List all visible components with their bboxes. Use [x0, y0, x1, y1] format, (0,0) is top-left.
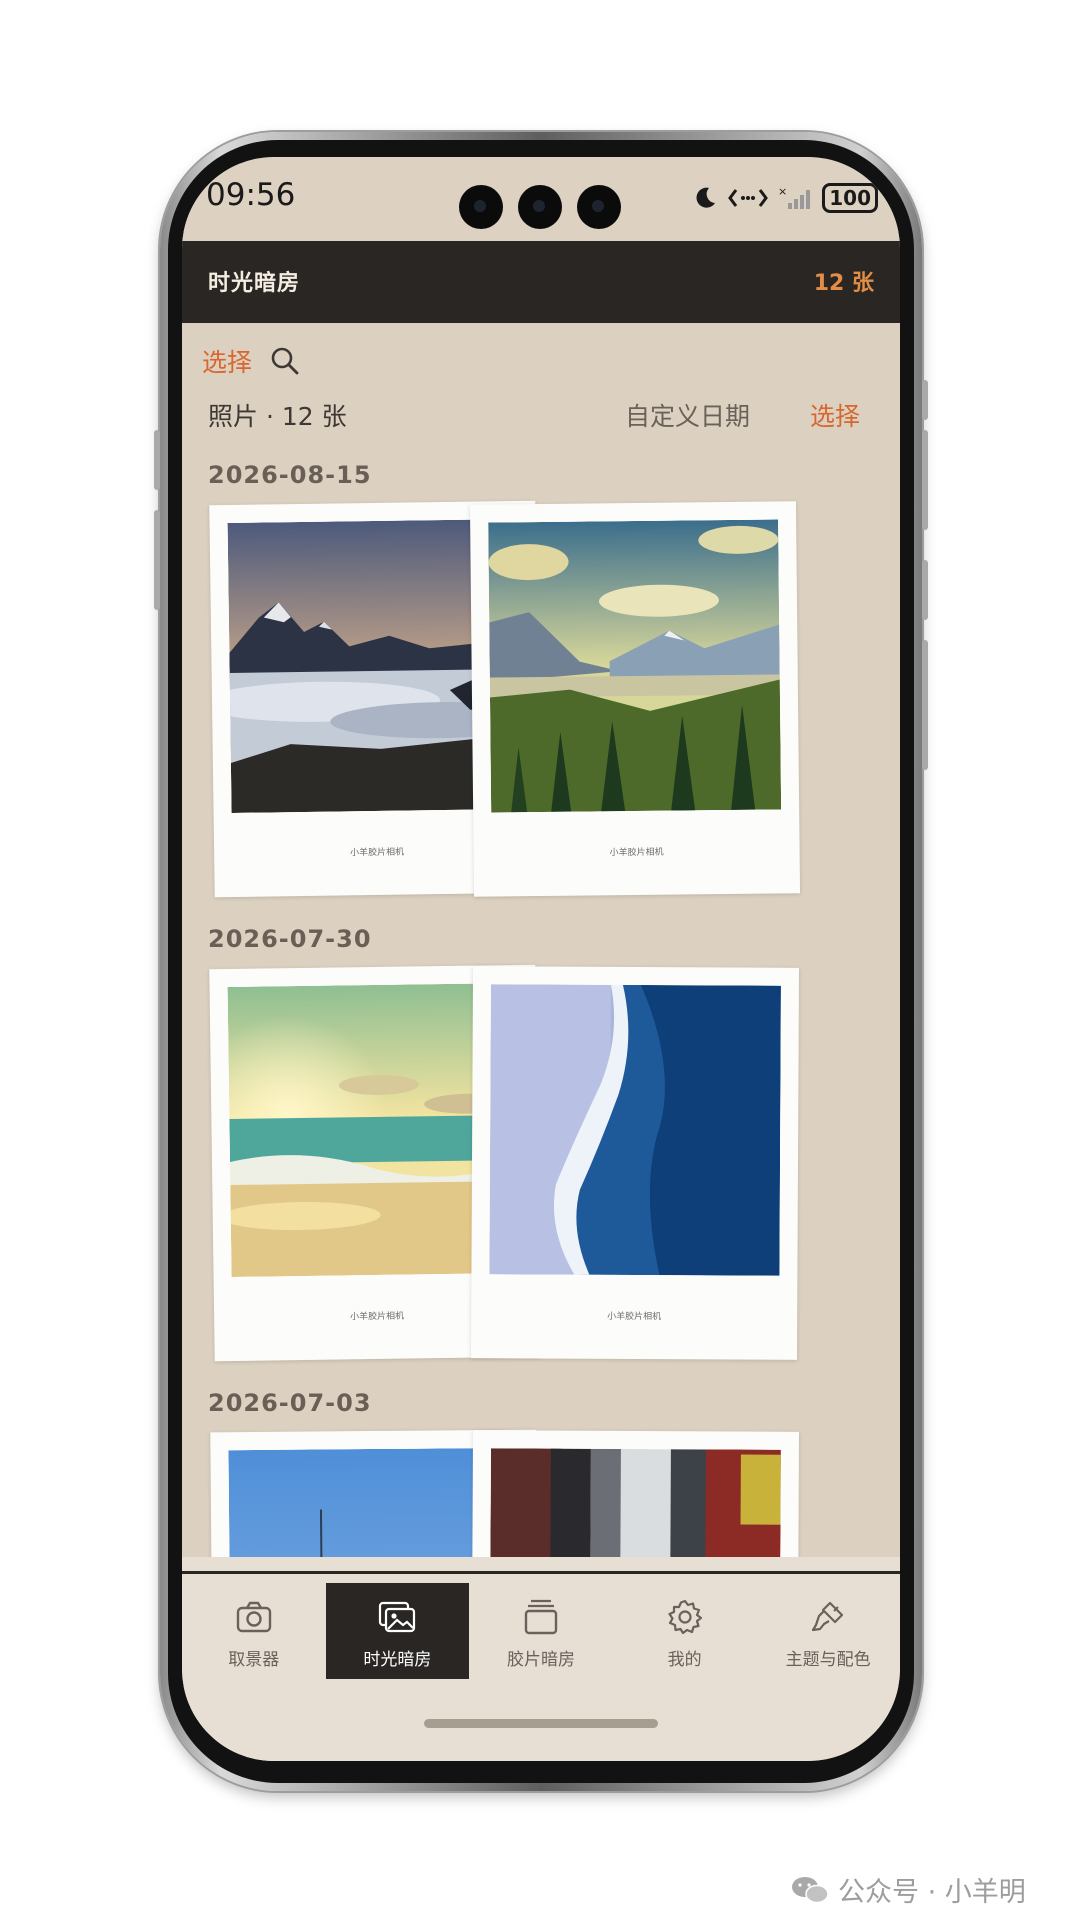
power-button — [922, 640, 928, 770]
bottom-nav: 取景器 时光暗房 胶片暗房 我的 主题与配色 — [182, 1571, 900, 1761]
home-indicator[interactable] — [424, 1719, 658, 1728]
camera-icon — [236, 1601, 271, 1633]
date-heading: 2026-08-15 — [208, 461, 372, 489]
nav-tab-film-darkroom[interactable]: 胶片暗房 — [469, 1583, 613, 1679]
nav-label: 主题与配色 — [785, 1650, 871, 1670]
nav-label: 时光暗房 — [363, 1650, 432, 1670]
side-button-lower — [922, 560, 928, 620]
page-title: 时光暗房 — [208, 271, 301, 296]
photo-ocean-waves — [489, 984, 781, 1276]
volume-down-button — [154, 510, 160, 610]
photo-caption: 小羊胶片相机 — [609, 847, 664, 859]
date-heading: 2026-07-03 — [208, 1389, 372, 1417]
search-icon[interactable] — [270, 346, 300, 376]
phone-screen: 09:56 × 100 时光暗房 12 张 选择 照片 · 12 张 自定义日期… — [182, 157, 900, 1761]
svg-text:×: × — [778, 185, 787, 198]
wechat-icon — [792, 1876, 829, 1903]
nav-tabs: 取景器 时光暗房 胶片暗房 我的 主题与配色 — [182, 1583, 900, 1679]
data-transfer-icon — [728, 189, 769, 207]
status-bar: 09:56 × 100 — [182, 157, 900, 241]
photo-mountain-forest — [488, 519, 782, 813]
status-time: 09:56 — [206, 177, 296, 213]
paint-brush-icon — [812, 1601, 844, 1632]
side-button-top — [922, 380, 928, 420]
nav-label: 取景器 — [228, 1650, 280, 1670]
nav-tab-me[interactable]: 我的 — [613, 1583, 757, 1679]
volume-up-button — [154, 430, 160, 490]
gear-icon — [667, 1599, 702, 1635]
nav-fade — [182, 1557, 900, 1571]
front-camera-center — [518, 185, 562, 229]
toolbar: 选择 — [202, 343, 300, 379]
custom-date-button[interactable]: 自定义日期 — [625, 397, 750, 433]
nav-label: 我的 — [667, 1650, 702, 1670]
select-button[interactable]: 选择 — [202, 343, 252, 379]
gallery-icon — [379, 1601, 416, 1633]
select-mode-button[interactable]: 选择 — [810, 397, 860, 433]
photo-summary: 照片 · 12 张 — [208, 402, 347, 431]
signal-icon: × — [778, 185, 811, 209]
moon-icon — [696, 187, 716, 208]
app-header: 时光暗房 12 张 — [182, 241, 900, 323]
nav-tab-theme[interactable]: 主题与配色 — [756, 1583, 900, 1679]
date-heading: 2026-07-30 — [208, 925, 372, 953]
nav-tab-viewfinder[interactable]: 取景器 — [182, 1583, 326, 1679]
status-icons: × 100 — [692, 183, 878, 213]
front-camera-left — [459, 185, 503, 229]
film-stack-icon — [524, 1599, 558, 1635]
front-camera-right — [577, 185, 621, 229]
watermark: 公众号 · 小羊明 — [790, 1870, 1026, 1909]
photo-card[interactable]: 小羊胶片相机 — [469, 501, 801, 897]
watermark-text: 公众号 · 小羊明 — [838, 1877, 1026, 1908]
summary-row: 照片 · 12 张 自定义日期 选择 — [208, 397, 860, 437]
nav-label: 胶片暗房 — [506, 1650, 575, 1670]
photo-count-badge: 12 张 — [813, 271, 874, 296]
battery-indicator: 100 — [822, 183, 878, 213]
nav-tab-darkroom[interactable]: 时光暗房 — [325, 1583, 470, 1679]
photo-card[interactable]: 小羊胶片相机 — [470, 966, 800, 1360]
photo-caption: 小羊胶片相机 — [607, 1311, 662, 1323]
side-button-middle — [922, 430, 928, 530]
nav-divider — [182, 1571, 900, 1574]
